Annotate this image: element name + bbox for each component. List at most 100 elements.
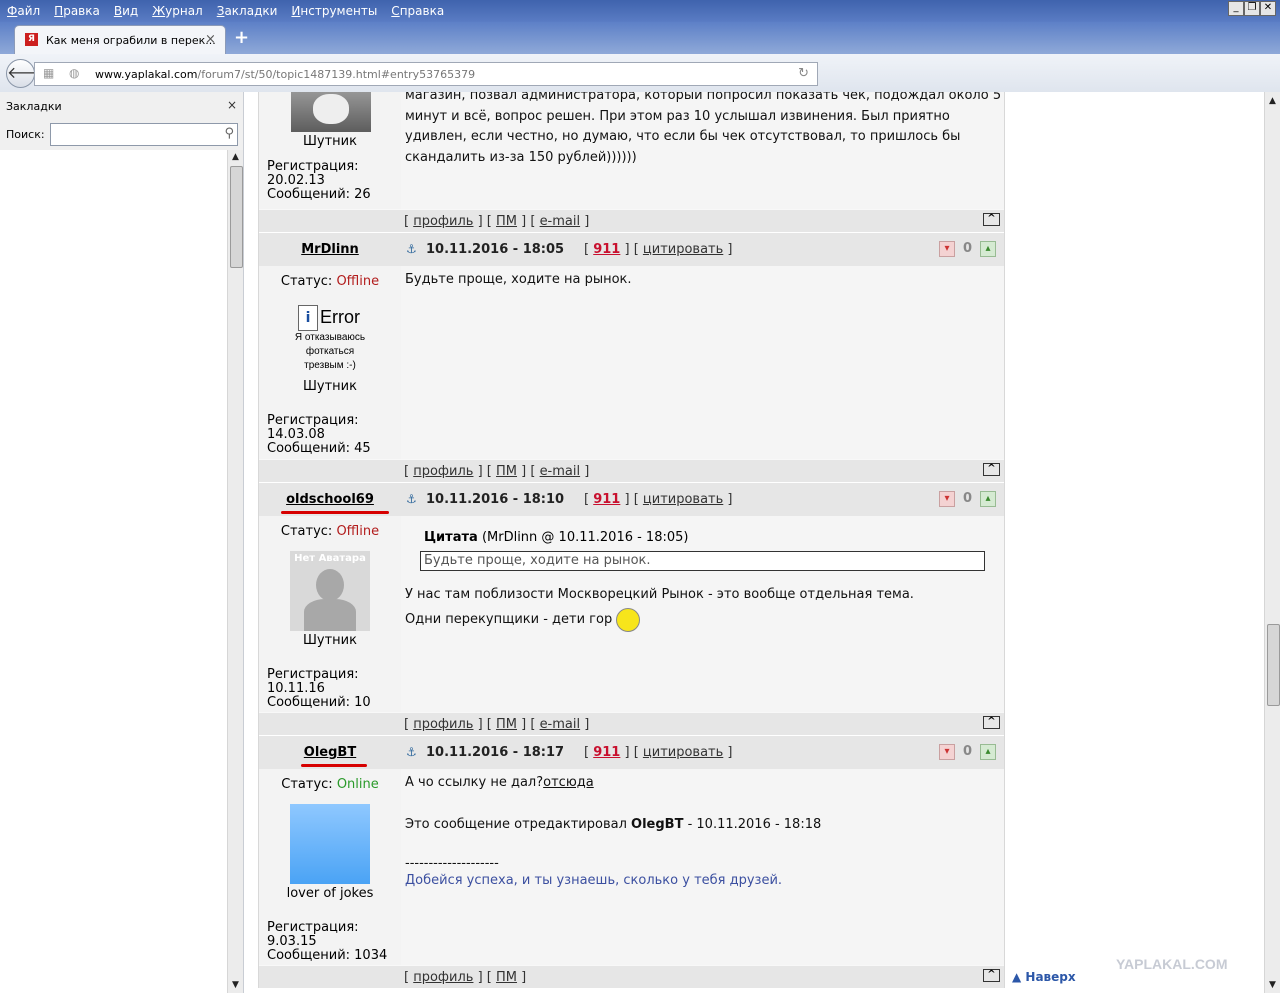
pm-link[interactable]: ПМ xyxy=(496,214,517,229)
profile-link[interactable]: профиль xyxy=(413,970,473,985)
post-number-link[interactable]: 911 xyxy=(593,492,620,507)
author-nick[interactable]: oldschool69 xyxy=(259,492,401,507)
profile-link[interactable]: профиль xyxy=(413,464,473,479)
globe-icon: ◍ xyxy=(69,66,80,80)
email-link[interactable]: e-mail xyxy=(540,464,581,479)
menu-help[interactable]: Справка xyxy=(384,0,451,19)
post-actions: [ 911 ] [ цитировать ] xyxy=(584,242,733,257)
post-number-link[interactable]: 911 xyxy=(593,745,620,760)
post-header: MrDlinn ⚓ 10.11.2016 - 18:05 [ 911 ] [ ц… xyxy=(259,232,1004,266)
url-bar[interactable]: ▦ ◍ www.yaplakal.com/forum7/st/50/topic1… xyxy=(34,62,818,86)
minimize-button[interactable]: _ xyxy=(1228,1,1244,16)
msg-count: Сообщений: 26 xyxy=(267,187,371,202)
post-actions: [ 911 ] [ цитировать ] xyxy=(584,745,733,760)
thumb-up-icon[interactable]: ▴ xyxy=(980,744,996,760)
menu-history[interactable]: Журнал xyxy=(145,0,210,19)
menu-view[interactable]: Вид xyxy=(107,0,145,19)
email-link[interactable]: e-mail xyxy=(540,717,581,732)
post-oldschool69: oldschool69 ⚓ 10.11.2016 - 18:10 [ 911 ]… xyxy=(259,482,1004,735)
search-icon[interactable]: ⚲ xyxy=(224,126,234,141)
avatar xyxy=(291,92,371,132)
author-status: Статус: Online xyxy=(281,777,379,792)
tab-close-icon[interactable]: × xyxy=(205,32,216,47)
sidebar-title: Закладки xyxy=(6,100,62,113)
nav-bar: 🡐 ▦ ◍ www.yaplakal.com/forum7/st/50/topi… xyxy=(0,54,1280,93)
post-date: 10.11.2016 - 18:05 xyxy=(426,242,565,257)
thumb-down-icon[interactable]: ▾ xyxy=(939,744,955,760)
post-text: У нас там поблизости Москворецкий Рынок … xyxy=(405,582,914,632)
anchor-icon[interactable]: ⚓ xyxy=(406,242,417,256)
close-window-button[interactable]: ✕ xyxy=(1260,1,1276,16)
post-mrdlinn: MrDlinn ⚓ 10.11.2016 - 18:05 [ 911 ] [ ц… xyxy=(259,232,1004,482)
scroll-thumb[interactable] xyxy=(230,166,243,268)
sidebar-close-icon[interactable]: × xyxy=(227,98,237,112)
post-author-panel: Статус: Offline Нет Аватара Шутник Регис… xyxy=(259,516,401,712)
thumb-down-icon[interactable]: ▾ xyxy=(939,241,955,257)
quote-link[interactable]: цитировать xyxy=(643,492,723,507)
to-top-button[interactable]: ^ xyxy=(983,213,1000,226)
tab-active[interactable]: Я Как меня ограбили в перек... × xyxy=(14,25,226,55)
profile-link[interactable]: профиль xyxy=(413,717,473,732)
author-nick[interactable]: MrDlinn xyxy=(259,242,401,257)
menu-bookmarks[interactable]: Закладки xyxy=(210,0,285,19)
post-actions: [ 911 ] [ цитировать ] xyxy=(584,492,733,507)
thumb-down-icon[interactable]: ▾ xyxy=(939,491,955,507)
author-rank: Шутник xyxy=(303,134,357,149)
source-link[interactable]: отсюда xyxy=(543,775,594,790)
reg-date: 20.02.13 xyxy=(267,173,325,188)
email-link[interactable]: e-mail xyxy=(540,214,581,229)
quote-box: Будьте проще, ходите на рынок. xyxy=(420,551,985,571)
maximize-button[interactable]: ❐ xyxy=(1244,1,1260,16)
new-tab-button[interactable]: + xyxy=(234,27,249,48)
scroll-down-icon[interactable]: ▼ xyxy=(230,980,241,991)
post-header: OlegBT ⚓ 10.11.2016 - 18:17 [ 911 ] [ ци… xyxy=(259,735,1004,769)
page-scrollbar[interactable]: ▲ ▼ xyxy=(1264,92,1280,993)
to-top-button[interactable]: ^ xyxy=(983,463,1000,476)
thumb-up-icon[interactable]: ▴ xyxy=(980,241,996,257)
reg-label: Регистрация: xyxy=(267,159,359,174)
menu-file[interactable]: Файл xyxy=(0,0,47,19)
menu-edit[interactable]: Правка xyxy=(47,0,107,19)
profile-link[interactable]: профиль xyxy=(413,214,473,229)
anchor-icon[interactable]: ⚓ xyxy=(406,492,417,506)
author-rank: lover of jokes xyxy=(286,886,374,901)
post-author-panel: Статус: Offline i Error Я отказываюсь фо… xyxy=(259,266,401,459)
tab-strip: Я Как меня ограбили в перек... × xyxy=(0,22,1280,55)
quote-link[interactable]: цитировать xyxy=(643,745,723,760)
rating-count: 0 xyxy=(963,241,973,256)
page-scroll-down-icon[interactable]: ▼ xyxy=(1267,980,1278,991)
avatar: Нет Аватара xyxy=(290,551,370,631)
to-top-button[interactable]: ^ xyxy=(983,716,1000,729)
post-footer: [ профиль ] [ ПМ ] [ e-mail ] ^ xyxy=(259,209,1004,232)
post-text: Будьте проще, ходите на рынок. xyxy=(405,272,632,287)
post-footer: [ профиль ] [ ПМ ] [ e-mail ] ^ xyxy=(259,712,1004,735)
pm-link[interactable]: ПМ xyxy=(496,464,517,479)
quote-link[interactable]: цитировать xyxy=(643,242,723,257)
edited-note: Это сообщение отредактировал OlegBT - 10… xyxy=(405,817,822,832)
page-scroll-thumb[interactable] xyxy=(1267,624,1280,706)
sidebar-search-input[interactable]: ⚲ xyxy=(50,123,238,146)
scroll-up-icon[interactable]: ▲ xyxy=(230,152,241,163)
smiley-icon xyxy=(616,607,641,632)
pm-link[interactable]: ПМ xyxy=(496,970,517,985)
post-number-link[interactable]: 911 xyxy=(593,242,620,257)
site-watermark: YAPLAKAL.COM xyxy=(1116,956,1228,972)
to-top-button[interactable]: ^ xyxy=(983,969,1000,982)
menu-tools[interactable]: Инструменты xyxy=(284,0,384,19)
anchor-icon[interactable]: ⚓ xyxy=(406,745,417,759)
pm-link[interactable]: ПМ xyxy=(496,717,517,732)
menu-bar: Файл Правка Вид Журнал Закладки Инструме… xyxy=(0,0,1280,22)
thumb-up-icon[interactable]: ▴ xyxy=(980,491,996,507)
post-body: магазин, позвал администратора, который … xyxy=(401,92,1004,209)
author-nick[interactable]: OlegBT xyxy=(259,745,401,760)
scroll-to-top-link[interactable]: ▲ Наверх xyxy=(1012,970,1076,984)
author-status: Статус: Offline xyxy=(280,274,380,289)
page-scroll-up-icon[interactable]: ▲ xyxy=(1267,96,1278,107)
post-footer-links: [ профиль ] [ ПМ ] [ e-mail ] xyxy=(404,464,590,479)
back-button[interactable]: 🡐 xyxy=(6,59,50,88)
post-author-panel: Шутник Регистрация: 20.02.13 Сообщений: … xyxy=(259,92,401,209)
avatar-title: Error xyxy=(320,307,360,327)
sidebar-scrollbar[interactable]: ▲ ▼ xyxy=(227,150,243,993)
reload-icon[interactable]: ↻ xyxy=(798,66,809,81)
sidebar-search: Поиск: ⚲ xyxy=(0,120,243,150)
